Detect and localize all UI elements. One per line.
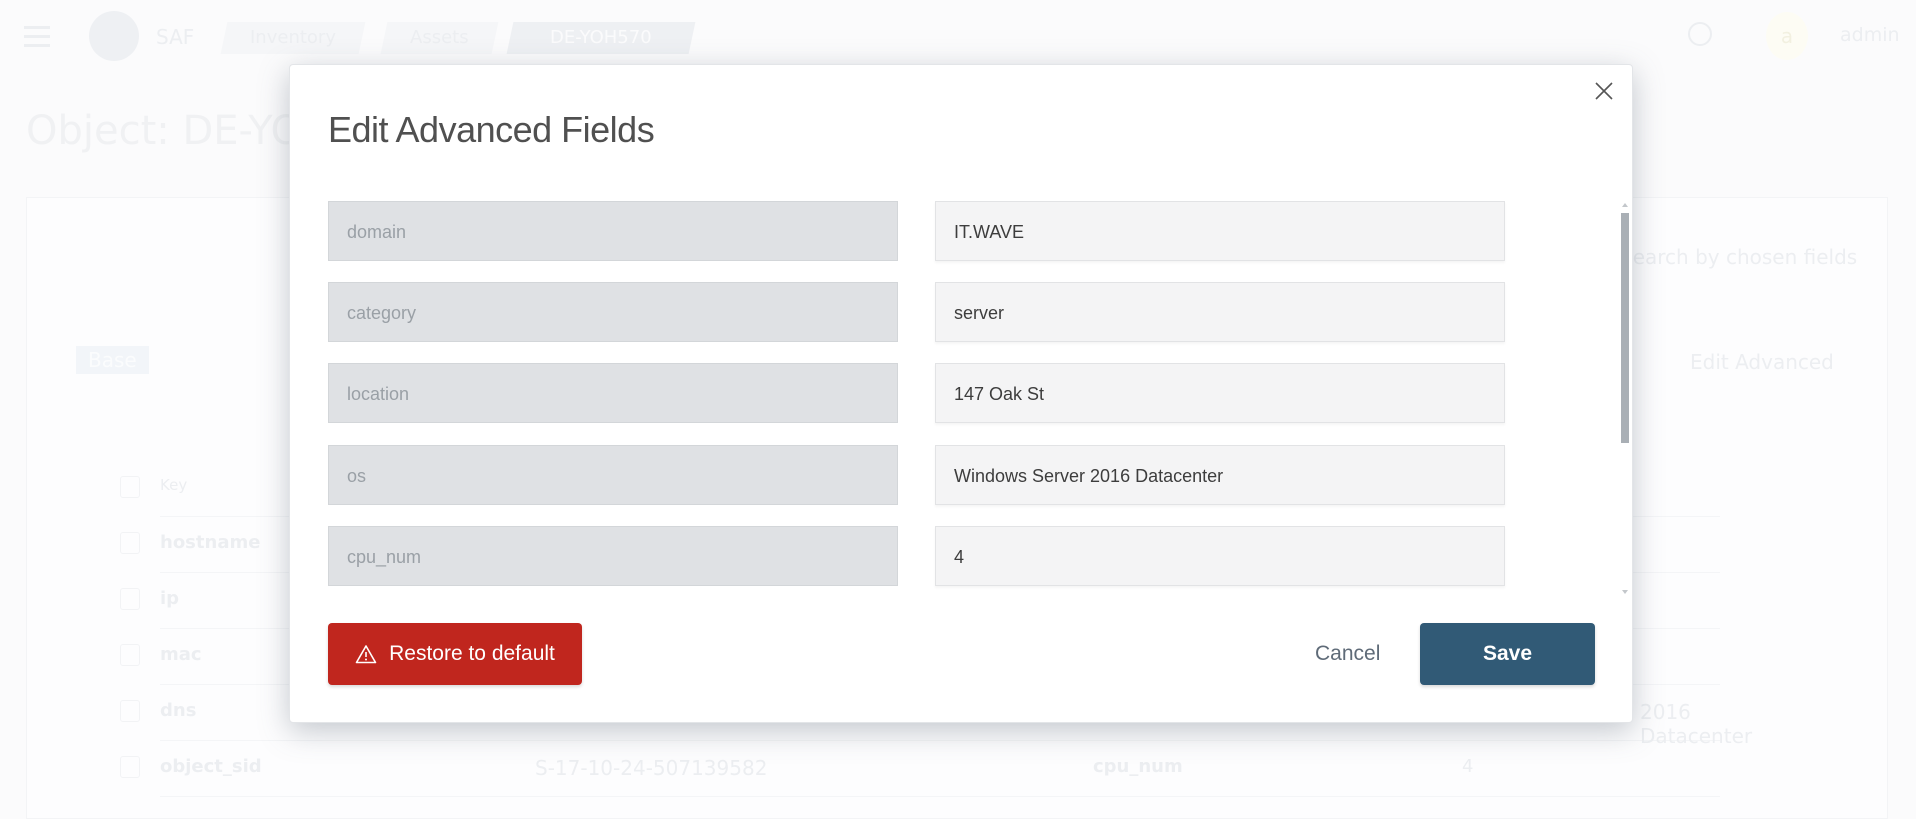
field-key-input: cpu_num: [328, 526, 898, 586]
field-key-input: domain: [328, 201, 898, 261]
field-row: location 147 Oak St: [328, 363, 1568, 425]
breadcrumb-inventory[interactable]: Inventory: [220, 22, 366, 54]
field-row: os Windows Server 2016 Datacenter: [328, 445, 1568, 507]
tab-base[interactable]: Base: [76, 346, 149, 374]
field-row: cpu_num 4: [328, 526, 1568, 588]
field-row: category server: [328, 282, 1568, 344]
checkbox[interactable]: [120, 532, 140, 554]
edit-advanced-button[interactable]: Edit Advanced: [1690, 350, 1834, 374]
search-icon[interactable]: [1688, 22, 1712, 46]
brand-name: SAF: [156, 25, 195, 49]
fields-list: domain IT.WAVE category server location …: [328, 201, 1568, 591]
warning-icon: [355, 645, 377, 664]
checkbox[interactable]: [120, 476, 140, 498]
field-value-input[interactable]: 147 Oak St: [935, 363, 1505, 423]
dialog-title: Edit Advanced Fields: [328, 109, 655, 150]
checkbox[interactable]: [120, 756, 140, 778]
field-value-input[interactable]: IT.WAVE: [935, 201, 1505, 261]
field-value-input[interactable]: server: [935, 282, 1505, 342]
breadcrumb-current[interactable]: DE-YOH570: [506, 22, 696, 54]
edit-advanced-fields-dialog: Edit Advanced Fields domain IT.WAVE cate…: [289, 64, 1633, 723]
logo: [89, 11, 139, 61]
field-key-input: os: [328, 445, 898, 505]
field-key-input: location: [328, 363, 898, 423]
table-row: object_sid S-17-10-24-507139582 cpu_num 4: [120, 740, 1720, 797]
checkbox[interactable]: [120, 588, 140, 610]
search-input[interactable]: Search by chosen fields: [1620, 245, 1857, 269]
avatar[interactable]: a: [1766, 12, 1808, 60]
menu-icon[interactable]: [24, 26, 50, 47]
scroll-up-arrow-icon[interactable]: [1622, 203, 1628, 207]
cancel-button[interactable]: Cancel: [1315, 623, 1380, 685]
field-row: domain IT.WAVE: [328, 201, 1568, 263]
username[interactable]: admin: [1840, 24, 1900, 46]
field-value-input[interactable]: 4: [935, 526, 1505, 586]
checkbox[interactable]: [120, 700, 140, 722]
scrollbar-thumb[interactable]: [1621, 213, 1629, 443]
checkbox[interactable]: [120, 644, 140, 666]
fields-scrollbar[interactable]: [1620, 201, 1630, 596]
close-icon[interactable]: [1592, 79, 1616, 103]
restore-to-default-button[interactable]: Restore to default: [328, 623, 582, 685]
save-button[interactable]: Save: [1420, 623, 1595, 685]
breadcrumb-assets[interactable]: Assets: [380, 22, 498, 54]
field-key-input: category: [328, 282, 898, 342]
field-value-input[interactable]: Windows Server 2016 Datacenter: [935, 445, 1505, 505]
scroll-down-arrow-icon[interactable]: [1622, 590, 1628, 594]
